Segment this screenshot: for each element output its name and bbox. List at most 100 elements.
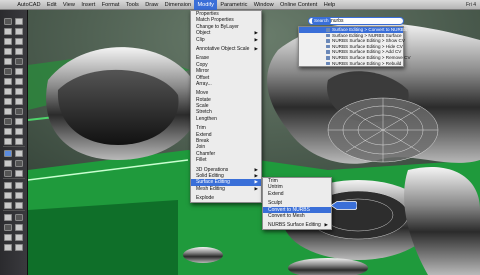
toolbar-tool-button[interactable] — [15, 192, 23, 199]
toolbar-tool-button[interactable] — [15, 18, 23, 25]
modify-menu-dropdown: Properties Match Properties Change to ByLa… — [190, 10, 262, 203]
menu-item-label: Properties — [196, 11, 219, 17]
menu-item-label: Explode — [196, 195, 215, 202]
callout-arrow-icon — [331, 201, 357, 210]
toolbar-tool-button[interactable] — [4, 182, 12, 189]
submenu-arrow-icon: ▶ — [254, 185, 258, 191]
menu-help[interactable]: Help — [321, 0, 339, 10]
menu-item-lengthen[interactable]: Lengthen — [191, 116, 261, 122]
toolbar-tool-button[interactable] — [4, 170, 12, 177]
submenu-arrow-icon: ▶ — [324, 222, 328, 228]
menu-item-mesh-editing[interactable]: Mesh Editing ▶ — [191, 186, 261, 192]
toolbar-tool-button[interactable] — [4, 58, 12, 65]
toolbar-tool-button[interactable] — [4, 18, 12, 25]
toolbar-tool-button[interactable] — [15, 38, 23, 45]
toolbar-separator — [3, 178, 25, 179]
menu-item-icon — [326, 61, 330, 66]
toolbar-tool-button[interactable] — [15, 234, 23, 241]
menu-window[interactable]: Window — [251, 0, 277, 10]
toolbar-tool-button[interactable] — [15, 48, 23, 55]
menu-dimension[interactable]: Dimension — [161, 0, 194, 10]
toolbar-tool-button[interactable] — [15, 138, 23, 145]
toolbar-tool-button[interactable] — [4, 118, 12, 125]
menu-view[interactable]: View — [60, 0, 78, 10]
menu-item-label: Lengthen — [196, 115, 217, 122]
menu-item-annotative-object-scale[interactable]: Annotative Object Scale ▶ — [191, 46, 261, 52]
toolbar-tool-button[interactable] — [15, 78, 23, 85]
surface-editing-submenu: Trim Untrim Extend Sculpt Convert to NURBS Co… — [262, 177, 332, 230]
toolbar-tool-button[interactable] — [4, 244, 12, 251]
menu-tools[interactable]: Tools — [123, 0, 142, 10]
menu-modify[interactable]: Modify — [194, 0, 218, 10]
menu-online-content[interactable]: Online Content — [277, 0, 321, 10]
menu-item-label: 3D Operations — [196, 166, 229, 173]
search-result-label: Surface Editing > Convert to NURBS — [332, 27, 407, 32]
toolbar-tool-button[interactable] — [4, 192, 12, 199]
menu-item-extend[interactable]: Extend — [263, 191, 331, 197]
toolbar-tool-button[interactable] — [4, 38, 12, 45]
toolbar-tool-button[interactable] — [4, 234, 12, 241]
toolbar-tool-button[interactable] — [15, 128, 23, 135]
toolbar-tool-button[interactable] — [4, 108, 12, 115]
menu-parametric[interactable]: Parametric — [217, 0, 250, 10]
search-value: nurbs — [331, 18, 344, 24]
toolbar-tool-button[interactable] — [15, 118, 23, 125]
toolbar-tool-button[interactable] — [4, 98, 12, 105]
menu-item-icon — [326, 33, 330, 38]
toolbar-tool-button[interactable] — [4, 48, 12, 55]
toolbar-tool-button[interactable] — [15, 108, 23, 115]
toolbar-tool-button[interactable] — [15, 150, 23, 157]
menu-item-label: Erase — [196, 55, 210, 62]
menu-item-label: Change to ByLayer — [196, 23, 239, 30]
toolbar-tool-button[interactable] — [4, 138, 12, 145]
toolbar-tool-button[interactable] — [4, 68, 12, 75]
menu-item-label: Break — [196, 138, 210, 145]
toolbar-tool-button[interactable] — [4, 224, 12, 231]
toolbar-tool-button[interactable] — [4, 28, 12, 35]
toolbar-tool-button[interactable] — [4, 202, 12, 209]
search-result-label: Surface Editing > NURBS Surface — [332, 32, 402, 38]
menu-item-convert-to-mesh[interactable]: Convert to Mesh — [263, 213, 331, 219]
toolbar-tool-button[interactable] — [4, 128, 12, 135]
menu-item-nurbs-surface-editing[interactable]: NURBS Surface Editing ▶ — [263, 222, 331, 228]
toolbar-tool-button[interactable] — [4, 88, 12, 95]
toolbar-tool-button[interactable] — [15, 88, 23, 95]
toolbar-tool-button[interactable] — [15, 202, 23, 209]
toolbar-tool-button[interactable] — [15, 244, 23, 251]
toolbar-tool-button[interactable] — [15, 160, 23, 167]
menu-insert[interactable]: Insert — [78, 0, 98, 10]
menu-item-label: Annotative Object Scale — [196, 45, 250, 52]
menu-item-label: Untrim — [268, 184, 283, 191]
menu-format[interactable]: Format — [99, 0, 123, 10]
toolbar-tool-button[interactable] — [4, 214, 12, 221]
toolbar-tool-button[interactable] — [15, 170, 23, 177]
search-result-item[interactable]: NURBS Surface Editing > Rebuild — [299, 61, 403, 67]
toolbar-tool-button[interactable] — [15, 98, 23, 105]
toolbar-tool-button[interactable] — [15, 182, 23, 189]
menubar-clock: Fri 4 — [466, 1, 476, 8]
toolbar-tool-button[interactable] — [15, 214, 23, 221]
menu-item-label: Match Properties — [196, 17, 234, 24]
menu-edit[interactable]: Edit — [44, 0, 60, 10]
toolbar-tool-button[interactable] — [4, 78, 12, 85]
toolbar-tool-button[interactable] — [4, 160, 12, 167]
toolbar-tool-button[interactable] — [15, 224, 23, 231]
menu-item-explode[interactable]: Explode — [191, 195, 261, 201]
apple-icon[interactable] — [0, 0, 14, 10]
menu-item-label: Convert to NURBS — [268, 206, 310, 213]
menu-item-label: Clip — [196, 36, 205, 43]
toolbar-tool-button[interactable] — [15, 58, 23, 65]
menu-item-array[interactable]: Array... — [191, 81, 261, 87]
menu-item-clip[interactable]: Clip ▶ — [191, 37, 261, 43]
toolbar-tool-button[interactable] — [15, 68, 23, 75]
toolbar-tool-button[interactable] — [15, 28, 23, 35]
toolbar-separator — [3, 146, 25, 147]
menu-item-fillet[interactable]: Fillet — [191, 157, 261, 163]
menu-item-icon — [326, 39, 330, 43]
menu-items: AutoCAD Edit View Insert Format Tools Draw Dime… — [14, 0, 338, 10]
menu-autocad[interactable]: AutoCAD — [14, 0, 44, 10]
toolbar-tool-button[interactable] — [4, 150, 12, 157]
menu-item-label: Trim — [196, 125, 206, 132]
menu-draw[interactable]: Draw — [142, 0, 161, 10]
menu-item-label: Rotate — [196, 96, 211, 103]
